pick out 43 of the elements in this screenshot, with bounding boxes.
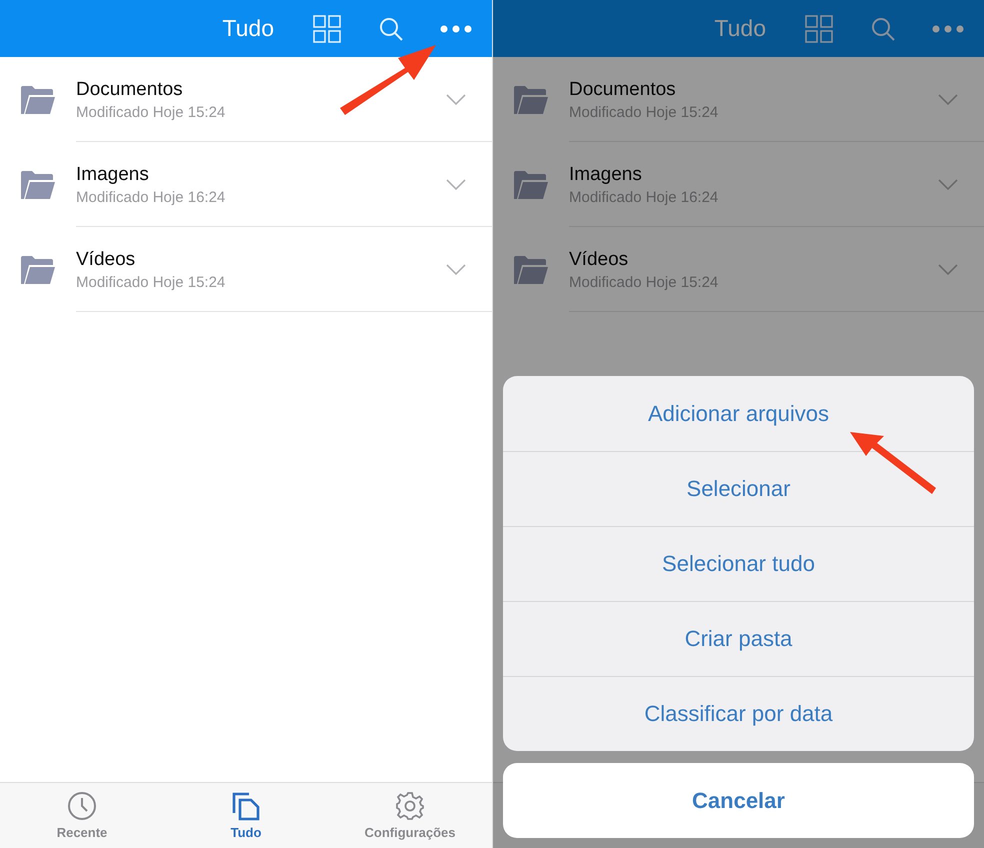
modified-date: Modificado Hoje 16:24 — [76, 188, 226, 206]
folder-name[interactable]: Imagens — [569, 164, 938, 186]
chevron-down-icon[interactable] — [938, 94, 958, 106]
modified-date: Modificado Hoje 15:24 — [76, 104, 226, 120]
cancel-button[interactable]: Cancelar — [503, 763, 974, 838]
folder-name[interactable]: Documentos — [76, 78, 446, 100]
menu-action[interactable]: Criar pasta — [503, 601, 974, 676]
menu-action[interactable]: Classificar por data — [503, 676, 974, 751]
tab-item[interactable]: Tudo — [164, 783, 328, 848]
grid-view-icon[interactable] — [312, 14, 342, 44]
folder-icon — [20, 254, 56, 284]
search-icon[interactable] — [378, 16, 404, 42]
folder-name[interactable]: Documentos — [569, 78, 938, 100]
chevron-down-icon[interactable] — [446, 264, 466, 276]
folder-icon — [513, 84, 549, 114]
header-title: Tudo — [222, 15, 274, 42]
folder-name[interactable]: Imagens — [76, 164, 446, 186]
folder-name[interactable]: Vídeos — [569, 248, 938, 270]
modified-date: Modificado Hoje 16:24 — [569, 188, 720, 206]
search-icon[interactable] — [870, 16, 896, 42]
menu-action[interactable]: Selecionar tudo — [503, 526, 974, 601]
folder-name[interactable]: Vídeos — [76, 248, 446, 270]
tab-item[interactable]: Configurações — [328, 783, 492, 848]
modified-date: Modificado Hoje 15:24 — [569, 104, 720, 120]
folder-icon — [513, 170, 549, 200]
grid-view-icon[interactable] — [804, 14, 834, 44]
folder-icon — [20, 84, 56, 114]
more-icon[interactable] — [440, 24, 472, 32]
documents-icon — [231, 791, 261, 821]
settings-icon — [395, 791, 425, 821]
folder-icon — [20, 170, 56, 200]
chevron-down-icon[interactable] — [938, 178, 958, 190]
tab-item[interactable]: Recente — [0, 783, 164, 848]
clock-icon — [67, 791, 97, 821]
chevron-down-icon[interactable] — [938, 264, 958, 276]
chevron-down-icon[interactable] — [446, 94, 466, 106]
menu-action[interactable]: Adicionar arquivos — [503, 376, 974, 451]
header-title: Tudo — [714, 15, 766, 42]
modified-date: Modificado Hoje 15:24 — [76, 274, 226, 290]
folder-icon — [513, 254, 549, 284]
more-icon[interactable] — [932, 24, 964, 32]
modified-date: Modificado Hoje 15:24 — [569, 274, 720, 290]
chevron-down-icon[interactable] — [446, 178, 466, 190]
